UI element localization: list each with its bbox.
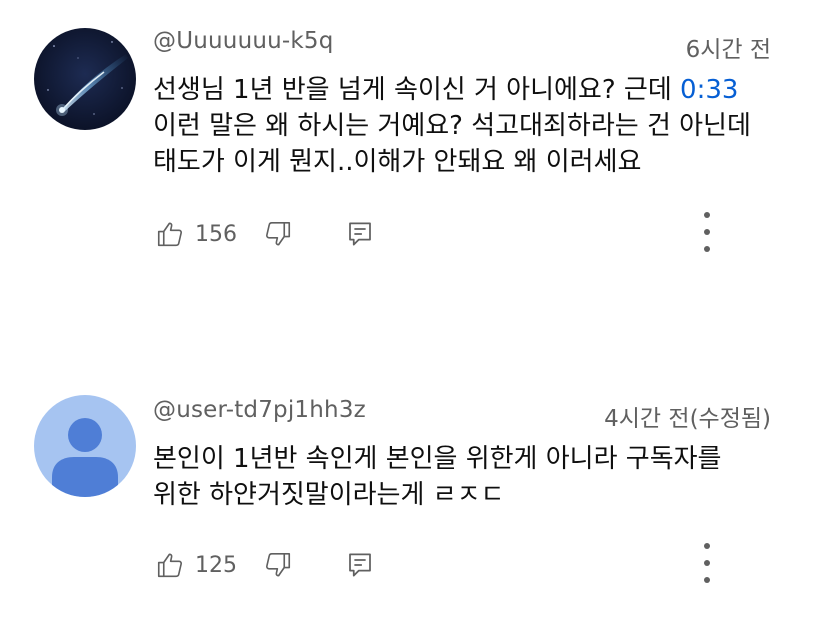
comment-text-line: 위한 하얀거짓말이라는게 ㄹㅈㄷ	[153, 480, 505, 510]
reply-icon	[349, 553, 371, 577]
reply-button[interactable]	[345, 547, 375, 583]
like-count: 125	[195, 552, 237, 578]
comment-actions: 125	[155, 543, 775, 583]
more-vertical-icon	[704, 543, 710, 583]
comment-text: 본인이 1년반 속인게 본인을 위한게 아니라 구독자를 위한 하얀거짓말이라는…	[153, 441, 793, 513]
comment-time: 4시간 전(수정됨)	[604, 406, 771, 432]
dislike-button[interactable]	[263, 547, 293, 583]
like-button[interactable]: 125	[155, 547, 237, 583]
avatar[interactable]	[34, 395, 136, 497]
thumb-down-icon	[265, 552, 291, 577]
comment-thread-2: @user-td7pj1hh3z 4시간 전(수정됨) 본인이 1년반 속인게 …	[0, 0, 815, 624]
thumb-up-icon	[157, 553, 183, 578]
default-person-avatar-image	[34, 395, 136, 497]
comment-author[interactable]: @user-td7pj1hh3z	[153, 397, 366, 423]
more-options-button[interactable]	[695, 543, 719, 587]
comment-text-line: 본인이 1년반 속인게 본인을 위한게 아니라 구독자를	[153, 444, 722, 474]
